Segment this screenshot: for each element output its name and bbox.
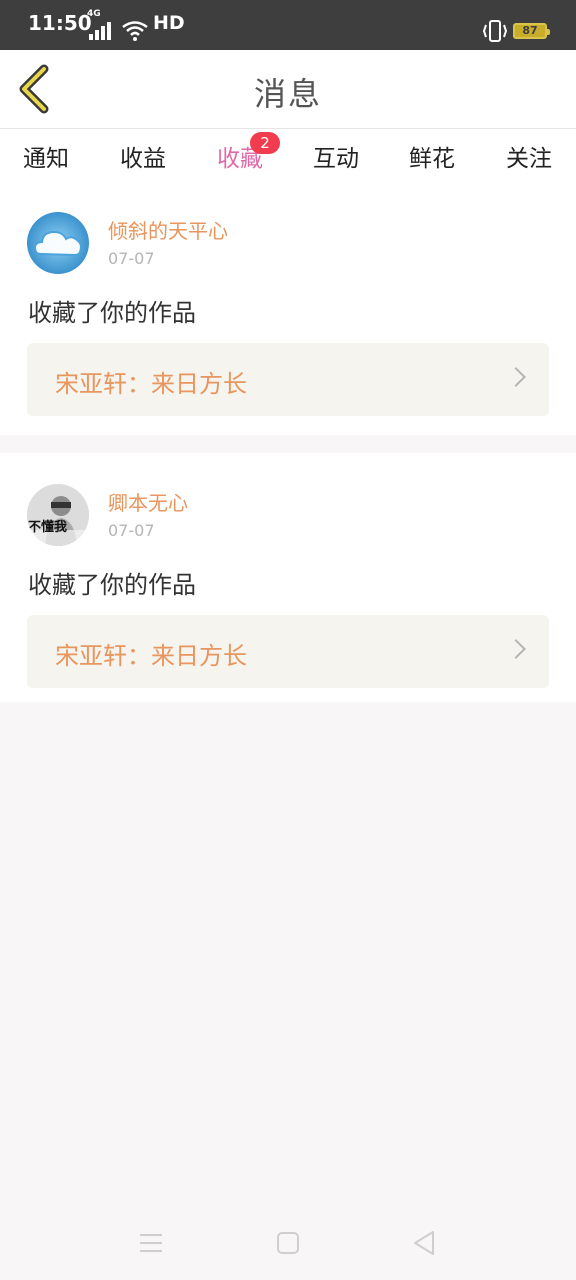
home-icon[interactable] — [273, 1228, 303, 1258]
back-nav-icon[interactable] — [409, 1228, 439, 1258]
username[interactable]: 倾斜的天平心 — [108, 215, 228, 244]
battery-icon: 87 — [513, 23, 550, 39]
status-time: 11:50 — [28, 11, 92, 35]
message-card: 不懂我 卿本无心 07-07 收藏了你的作品 宋亚轩：来日方长 — [0, 453, 576, 702]
vibrate-icon — [482, 20, 508, 42]
unread-badge: 2 — [250, 132, 280, 154]
tab-follows[interactable]: 关注 — [499, 139, 559, 173]
tab-earnings[interactable]: 收益 — [113, 139, 173, 173]
chevron-right-icon — [506, 639, 526, 659]
signal-icon: 4G — [87, 9, 115, 40]
network-type: 4G — [87, 9, 101, 19]
tab-label: 收益 — [120, 146, 166, 172]
chevron-right-icon — [506, 367, 526, 387]
system-navigation-bar — [0, 1208, 576, 1280]
message-date: 07-07 — [108, 249, 155, 268]
hd-indicator: HD — [153, 12, 185, 34]
menu-icon[interactable] — [136, 1228, 166, 1258]
cloud-avatar-icon — [27, 212, 89, 274]
tab-notifications[interactable]: 通知 — [16, 139, 76, 173]
page-title: 消息 — [253, 75, 322, 113]
message-card: 倾斜的天平心 07-07 收藏了你的作品 宋亚轩：来日方长 — [0, 181, 576, 435]
avatar[interactable] — [27, 212, 89, 274]
tab-label: 通知 — [23, 146, 69, 172]
work-title: 宋亚轩：来日方长 — [55, 642, 247, 670]
username[interactable]: 卿本无心 — [108, 487, 188, 516]
tab-label: 互动 — [313, 146, 359, 172]
avatar[interactable]: 不懂我 — [27, 484, 89, 546]
tab-interactions[interactable]: 互动 — [306, 139, 366, 173]
wifi-icon — [122, 21, 148, 41]
app-header: 消息 — [0, 50, 576, 129]
message-date: 07-07 — [108, 521, 155, 540]
tab-label: 关注 — [506, 146, 552, 172]
tab-favorites[interactable]: 收藏 2 — [210, 132, 280, 187]
tab-bar: 通知 收益 收藏 2 互动 鲜花 关注 — [0, 129, 576, 187]
photo-avatar-icon — [27, 484, 89, 546]
action-text: 收藏了你的作品 — [28, 571, 196, 599]
work-title: 宋亚轩：来日方长 — [55, 370, 247, 398]
action-text: 收藏了你的作品 — [28, 299, 196, 327]
work-link[interactable]: 宋亚轩：来日方长 — [27, 615, 549, 688]
avatar-caption: 不懂我 — [28, 520, 68, 535]
work-link[interactable]: 宋亚轩：来日方长 — [27, 343, 549, 416]
status-bar: 11:50 4G HD 87 — [0, 0, 576, 50]
message-list: 倾斜的天平心 07-07 收藏了你的作品 宋亚轩：来日方长 不懂我 卿本无心 0… — [0, 181, 576, 702]
tab-flowers[interactable]: 鲜花 — [402, 139, 462, 173]
tab-label: 鲜花 — [409, 146, 455, 172]
